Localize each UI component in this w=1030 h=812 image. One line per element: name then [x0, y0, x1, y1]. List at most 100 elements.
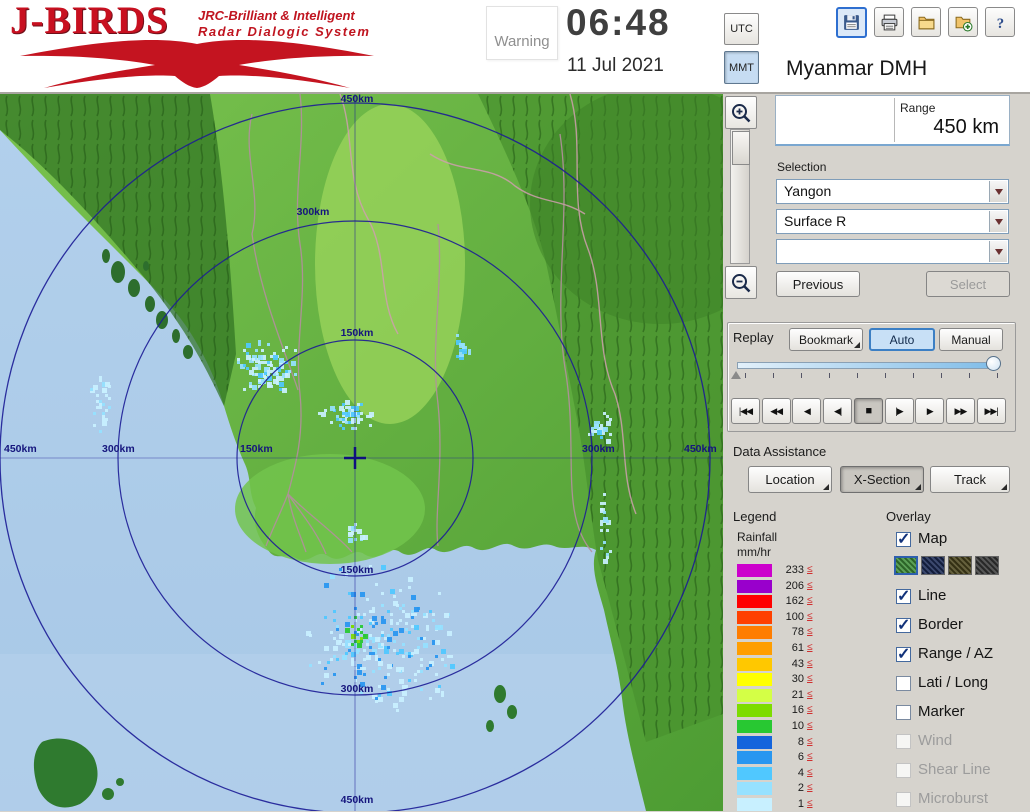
magnifier-plus-icon [732, 103, 751, 122]
overlay-item-label: Wind [918, 732, 953, 749]
overlay-row-wind: Wind [896, 732, 1026, 752]
legend-color-box [737, 766, 772, 780]
overlay-checkbox-marker[interactable] [896, 705, 911, 720]
skip-to-end-button[interactable]: ▶▶| [976, 398, 1006, 424]
previous-button[interactable]: Previous [776, 271, 860, 297]
overlay-checkbox-microburst [896, 792, 911, 807]
product-dropdown[interactable]: Surface R [776, 209, 1009, 234]
legend-color-box [737, 564, 772, 577]
skip-to-start-button[interactable]: |◀◀ [731, 398, 760, 424]
clock-time: 06:48 [566, 2, 671, 43]
slider-tick [885, 373, 886, 378]
chevron-down-icon[interactable] [989, 211, 1007, 232]
slider-tick [745, 373, 746, 378]
overlay-checkbox-lati-long[interactable] [896, 676, 911, 691]
slider-tick [913, 373, 914, 378]
replay-slider[interactable] [737, 362, 999, 369]
play-button[interactable]: ▶ [915, 398, 945, 424]
overlay-checkbox-range-az[interactable] [896, 644, 911, 664]
overlay-checkbox-shear-line [896, 763, 911, 778]
map-style-swatch-1[interactable] [894, 556, 918, 575]
legend-color-box [737, 798, 772, 811]
overlay-checkbox-border[interactable] [896, 615, 911, 635]
legend-color-box [737, 579, 772, 593]
replay-label: Replay [733, 330, 774, 345]
save-button[interactable] [836, 7, 867, 38]
chevron-down-icon[interactable] [989, 241, 1007, 262]
logo-subtitle-line1: JRC-Brilliant & Intelligent [198, 8, 355, 23]
legend-color-box [737, 751, 772, 765]
help-button[interactable]: ? [985, 7, 1015, 37]
legend-value: 8 [797, 735, 804, 748]
overlay-row-border: Border [896, 615, 1026, 636]
map-style-swatch-2[interactable] [921, 556, 945, 575]
overlay-item-label: Range / AZ [918, 645, 994, 662]
manual-button[interactable]: Manual [939, 328, 1003, 351]
legend-label: Legend [733, 509, 777, 524]
location-button[interactable]: Location [748, 466, 832, 493]
print-icon [881, 14, 897, 30]
overlay-row-line: Line [896, 586, 1026, 607]
ring-label: 300km [102, 443, 135, 455]
extra-dropdown[interactable] [776, 239, 1009, 264]
export-icon [955, 16, 972, 31]
legend-color-box [737, 720, 772, 733]
track-button[interactable]: Track [930, 466, 1010, 493]
legend-color-box [737, 673, 772, 687]
chevron-down-icon[interactable] [989, 181, 1007, 202]
overlay-item-label: Line [918, 587, 947, 604]
fast-rewind-button[interactable]: ◀◀ [761, 398, 791, 424]
overlay-item-label: Map [918, 530, 948, 547]
slider-tick [829, 373, 830, 378]
mmt-button[interactable]: MMT [724, 51, 759, 84]
auto-button[interactable]: Auto [869, 328, 935, 351]
stop-button[interactable]: ■ [853, 398, 883, 424]
fast-forward-button[interactable]: ▶▶ [945, 398, 975, 424]
replay-slider-thumb[interactable] [986, 356, 1001, 371]
legend-value: 4 [797, 766, 804, 779]
legend-value: 21 [791, 688, 804, 701]
ring-label: 450km [4, 443, 37, 455]
slider-tick [969, 373, 970, 378]
x-section-button[interactable]: X-Section [840, 466, 924, 493]
header-bar: J-BIRDS JRC-Brilliant & Intelligent Rada… [0, 0, 1030, 94]
legend-row: 206 ≤ [737, 579, 832, 594]
step-forward-button[interactable]: |▶ [884, 398, 914, 424]
divider [894, 98, 895, 142]
bookmark-button[interactable]: Bookmark [789, 328, 863, 351]
legend-unit-line1: Rainfall [737, 530, 778, 544]
overlay-checkbox-map[interactable] [896, 529, 911, 549]
play-reverse-button[interactable]: ◀ [792, 398, 822, 424]
clock-date: 11 Jul 2021 [567, 55, 664, 76]
utc-button[interactable]: UTC [724, 13, 759, 45]
overlay-row-shear-line: Shear Line [896, 761, 1026, 781]
legend-row: 2 ≤ [737, 782, 832, 796]
legend-color-box [737, 688, 772, 702]
help-icon: ? [996, 15, 1003, 31]
site-dropdown[interactable]: Yangon [776, 179, 1009, 204]
zoom-scrollbar[interactable] [730, 129, 750, 264]
radar-map[interactable]: 450km 300km 150km 150km 300km 450km 450km 300km… [0, 94, 723, 811]
step-back-button[interactable]: ◀| [823, 398, 853, 424]
legend-value: 78 [791, 626, 804, 639]
open-button[interactable] [911, 7, 941, 37]
legend-leq-symbol: ≤ [807, 798, 813, 809]
print-button[interactable] [874, 7, 904, 37]
legend-unit-line2: mm/hr [737, 545, 771, 559]
legend-color-box [737, 610, 772, 624]
legend-leq-symbol: ≤ [807, 720, 813, 731]
legend-color-box [737, 704, 772, 718]
selection-label: Selection [777, 160, 827, 174]
legend-leq-symbol: ≤ [807, 735, 813, 747]
map-style-swatch-3[interactable] [948, 556, 972, 575]
zoom-scrollbar-thumb[interactable] [732, 131, 750, 165]
zoom-in-button[interactable] [725, 96, 757, 129]
legend-row: 43 ≤ [737, 657, 832, 672]
map-style-swatch-4[interactable] [975, 556, 999, 575]
range-value: 450 km [933, 116, 999, 138]
legend-color-box [737, 642, 772, 655]
station-title: Myanmar DMH [786, 57, 928, 80]
overlay-checkbox-line[interactable] [896, 586, 911, 606]
export-button[interactable] [948, 7, 978, 37]
zoom-out-button[interactable] [725, 266, 757, 299]
